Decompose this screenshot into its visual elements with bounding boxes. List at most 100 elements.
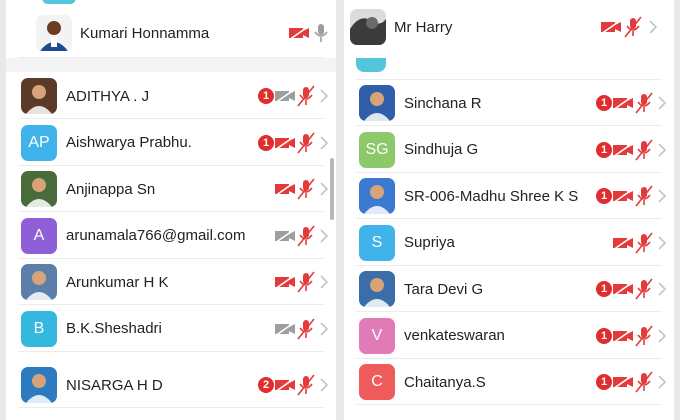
avatar: B	[21, 310, 57, 347]
avatar: S	[359, 224, 395, 261]
participant-row[interactable]: Vvenkateswaran 1	[344, 313, 674, 359]
participant-name: Chaitanya.S	[404, 373, 486, 391]
mic-off-icon[interactable]	[297, 225, 315, 247]
chevron-right-icon[interactable]	[657, 282, 667, 296]
participant-row[interactable]: B B.K.Sheshadri	[6, 306, 336, 352]
participant-name: Sindhuja G	[404, 141, 479, 158]
unread-badge: 1	[596, 327, 612, 344]
chevron-right-icon[interactable]	[319, 275, 329, 289]
mic-icon[interactable]	[312, 22, 330, 44]
mic-off-icon[interactable]	[297, 318, 315, 340]
chevron-right-icon[interactable]	[319, 89, 329, 103]
participant-row[interactable]: Arunkumar H K	[6, 259, 336, 305]
mic-off-icon[interactable]	[635, 92, 653, 114]
participant-name: venkateswaran	[404, 327, 505, 344]
video-off-icon[interactable]	[274, 377, 296, 393]
chevron-right-icon[interactable]	[319, 135, 329, 150]
participant-name: SR-006-Madhu Shree K S	[404, 187, 579, 205]
avatar	[21, 78, 57, 114]
video-off-icon[interactable]	[600, 19, 622, 35]
avatar: AP	[21, 124, 57, 161]
participant-row[interactable]: SG Sindhuja G 1	[344, 127, 674, 173]
avatar: SG	[359, 131, 395, 168]
video-off-icon[interactable]	[274, 181, 296, 197]
avatar: A	[21, 217, 57, 254]
video-off-icon[interactable]	[274, 227, 296, 244]
chevron-right-icon[interactable]	[319, 228, 329, 243]
avatar	[359, 178, 395, 214]
video-off-icon[interactable]	[288, 25, 310, 41]
chevron-right-icon[interactable]	[657, 235, 667, 250]
scrollbar[interactable]	[330, 158, 334, 220]
participant-row[interactable]: Kumari Honnamma	[6, 10, 336, 58]
divider	[356, 404, 662, 405]
participant-row[interactable]: S Supriya	[344, 220, 674, 266]
participant-row[interactable]: NISARGA H D 2	[6, 362, 336, 408]
avatar	[359, 85, 395, 121]
unread-badge: 1	[596, 188, 612, 204]
participant-row[interactable]: Mr Harry	[344, 4, 674, 50]
mic-off-icon[interactable]	[635, 325, 653, 347]
unread-badge: 2	[258, 377, 274, 393]
video-off-icon[interactable]	[274, 134, 296, 151]
participant-row[interactable]: ADITHYA . J 1	[6, 73, 336, 119]
divider	[18, 350, 324, 352]
avatar	[21, 367, 57, 403]
mic-off-icon[interactable]	[635, 139, 653, 161]
avatar	[350, 9, 386, 45]
mic-off-icon[interactable]	[635, 232, 653, 254]
video-off-icon[interactable]	[612, 95, 634, 111]
unread-badge: 1	[596, 141, 612, 158]
video-off-icon[interactable]	[612, 374, 634, 390]
video-off-icon[interactable]	[274, 274, 296, 290]
mic-off-icon[interactable]	[624, 16, 642, 38]
participant-name: Anjinappa Sn	[66, 180, 156, 198]
mic-off-icon[interactable]	[635, 185, 653, 207]
mic-off-icon[interactable]	[297, 85, 315, 107]
chevron-right-icon[interactable]	[319, 321, 329, 336]
chevron-right-icon[interactable]	[657, 142, 667, 157]
participant-row[interactable]: AP Aishwarya Prabhu. 1	[6, 120, 336, 166]
participant-row[interactable]: Tara Devi G 1	[344, 266, 674, 312]
participant-row[interactable]: SR-006-Madhu Shree K S 1	[344, 173, 674, 219]
avatar: C	[359, 364, 395, 400]
participant-row[interactable]: Sinchana R 1	[344, 80, 674, 126]
chevron-right-icon[interactable]	[657, 375, 667, 389]
unread-badge: 1	[596, 281, 612, 297]
participant-row[interactable]: Anjinappa Sn	[6, 166, 336, 212]
mic-off-icon[interactable]	[297, 132, 315, 154]
chevron-right-icon[interactable]	[657, 96, 667, 110]
participant-name: arunamala766@gmail.com	[66, 227, 246, 244]
participant-name: Kumari Honnamma	[80, 24, 210, 42]
participant-name: ADITHYA . J	[66, 87, 150, 105]
chevron-right-icon[interactable]	[319, 182, 329, 196]
video-off-icon[interactable]	[612, 188, 634, 204]
mic-off-icon[interactable]	[297, 271, 315, 293]
divider	[18, 407, 324, 408]
avatar	[21, 264, 57, 300]
participant-row[interactable]: C Chaitanya.S 1	[344, 359, 674, 405]
video-off-icon[interactable]	[274, 320, 296, 337]
video-off-icon[interactable]	[612, 141, 634, 158]
video-off-icon[interactable]	[612, 327, 634, 344]
unread-badge: 1	[596, 374, 612, 390]
unread-badge: 1	[258, 134, 274, 151]
participant-name: Aishwarya Prabhu.	[66, 134, 192, 151]
chevron-right-icon[interactable]	[657, 189, 667, 203]
avatar	[36, 15, 72, 51]
mic-off-icon[interactable]	[297, 178, 315, 200]
mic-off-icon[interactable]	[297, 374, 315, 396]
participant-name: Tara Devi G	[404, 280, 484, 298]
participant-name: Mr Harry	[394, 18, 453, 36]
mic-off-icon[interactable]	[635, 371, 653, 393]
video-off-icon[interactable]	[612, 234, 634, 251]
video-off-icon[interactable]	[274, 88, 296, 104]
avatar	[21, 171, 57, 207]
chevron-right-icon[interactable]	[648, 20, 658, 34]
chevron-right-icon[interactable]	[657, 328, 667, 343]
chevron-right-icon[interactable]	[319, 378, 329, 392]
video-off-icon[interactable]	[612, 281, 634, 297]
left-participants-panel: Kumari Honnamma ADITHYA . J 1 AP Aishwarya …	[6, 0, 336, 420]
participant-row[interactable]: Aarunamala766@gmail.com	[6, 213, 336, 259]
mic-off-icon[interactable]	[635, 278, 653, 300]
